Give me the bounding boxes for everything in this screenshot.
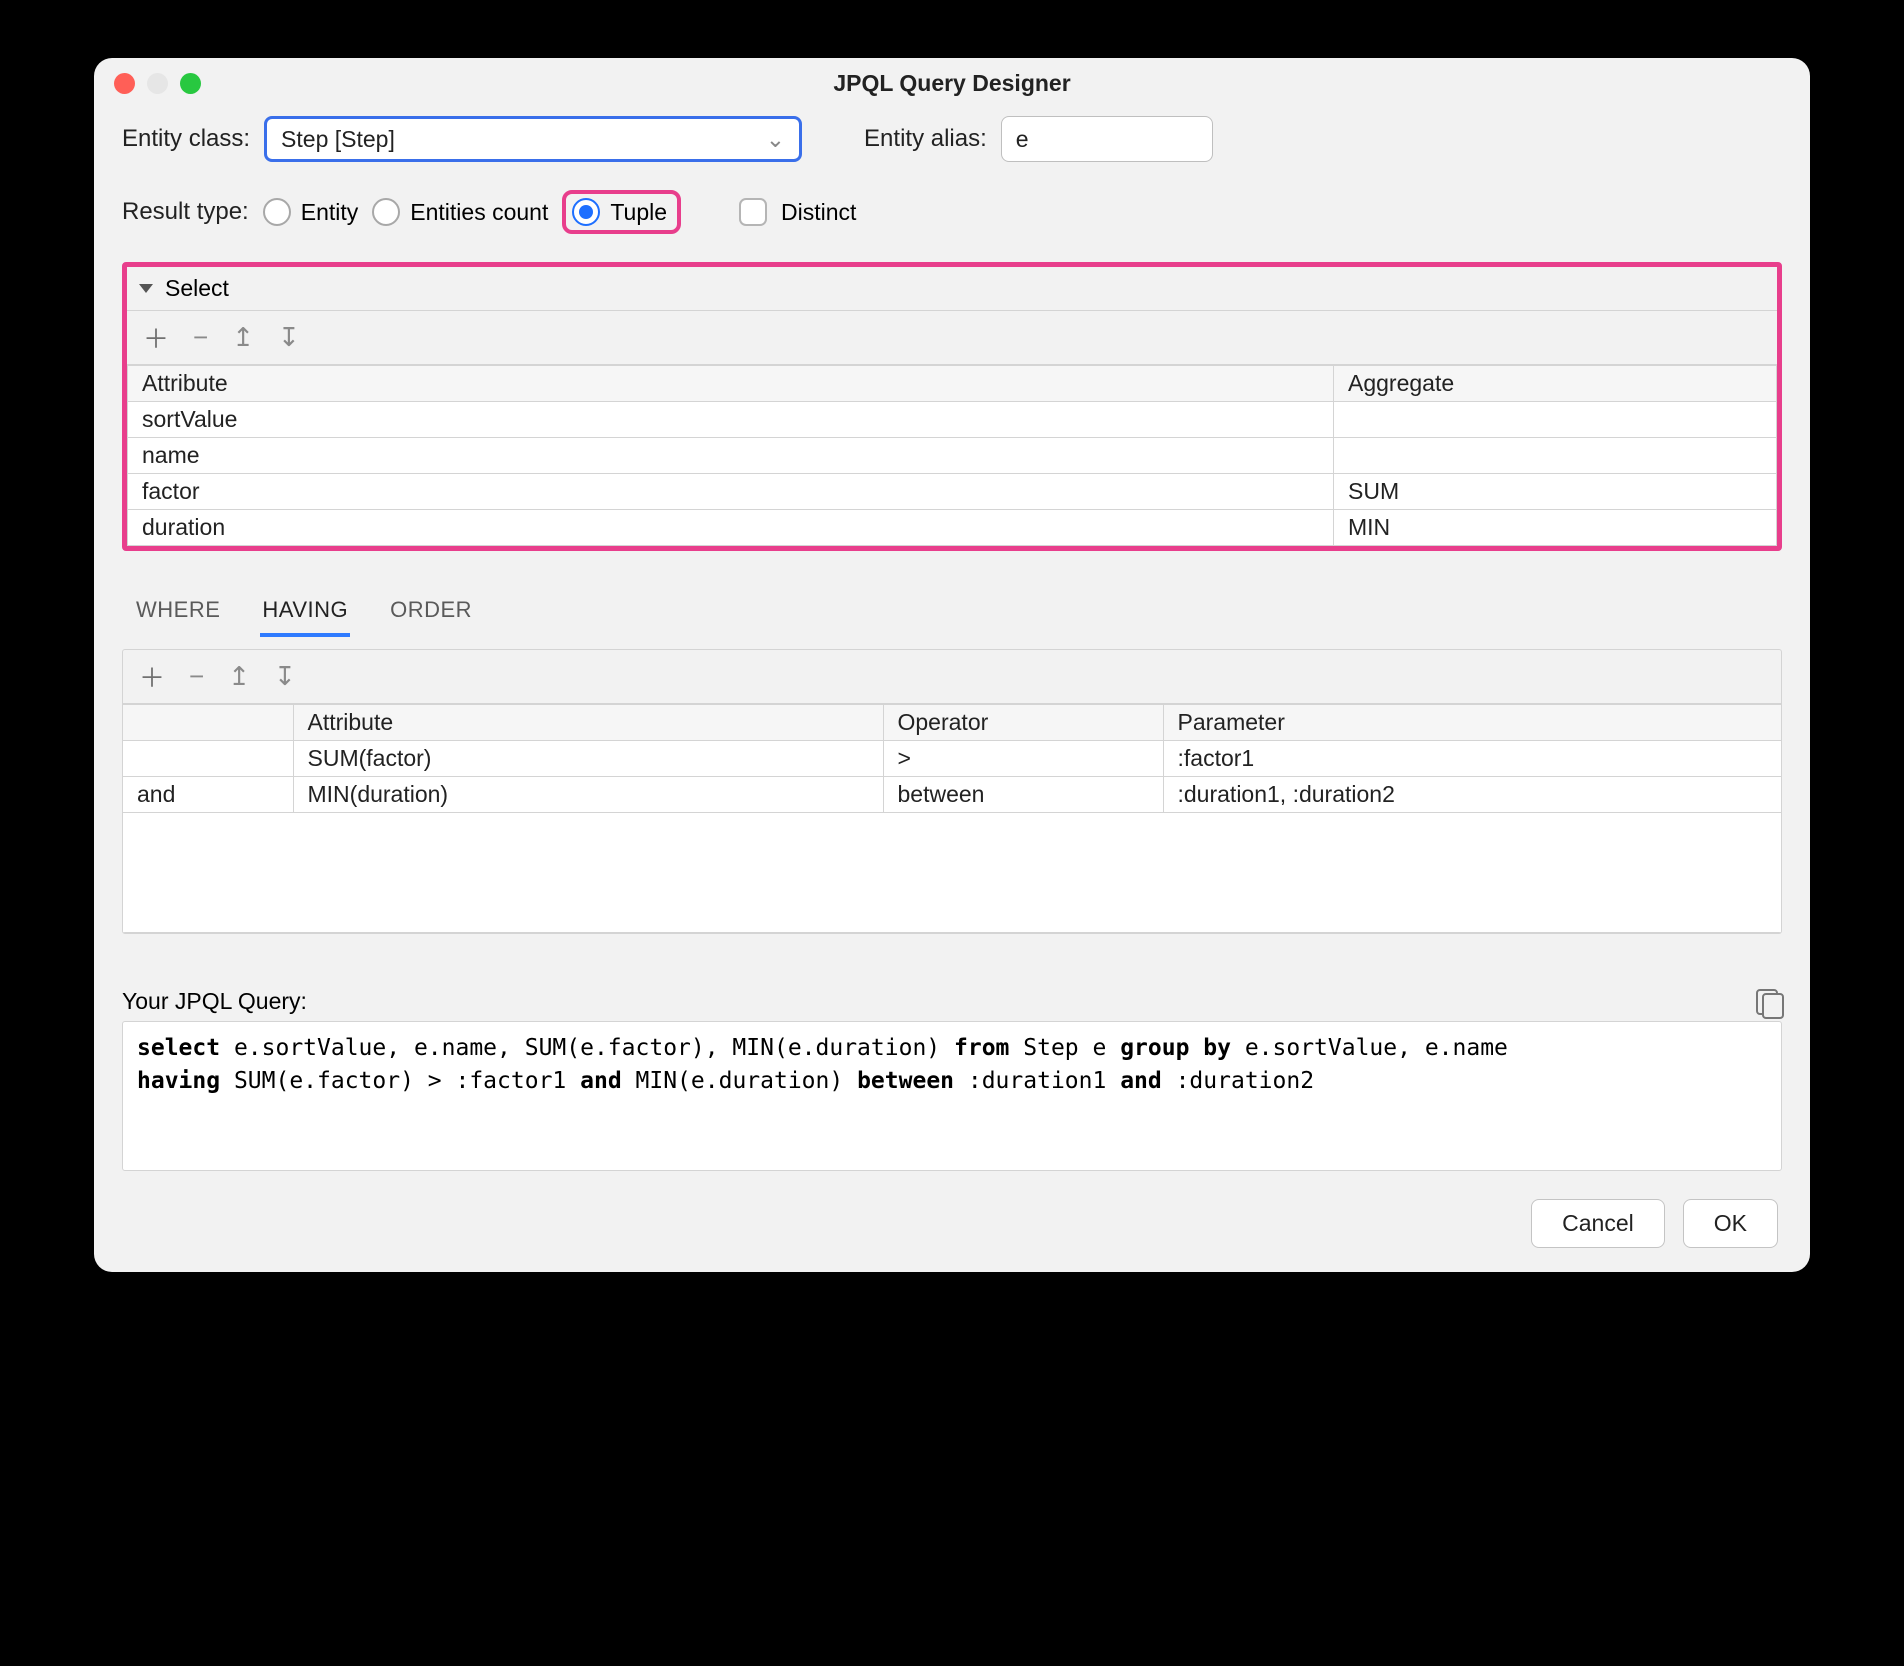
condition-toolbar: ＋ − ↥ ↧ — [123, 650, 1781, 704]
entity-alias-value: e — [1016, 126, 1029, 153]
add-icon[interactable]: ＋ — [143, 319, 169, 356]
condition-tabs: WHERE HAVING ORDER — [122, 591, 1782, 637]
radio-tuple-label: Tuple — [610, 199, 667, 226]
entity-alias-input[interactable]: e — [1001, 116, 1213, 162]
chevron-down-icon — [139, 284, 153, 293]
radio-entity-label: Entity — [301, 199, 359, 226]
tab-order[interactable]: ORDER — [388, 591, 474, 637]
window-title: JPQL Query Designer — [94, 70, 1810, 97]
query-preview: select e.sortValue, e.name, SUM(e.factor… — [122, 1021, 1782, 1171]
chevron-down-icon: ⌄ — [766, 126, 785, 153]
table-row[interactable]: durationMIN — [128, 510, 1777, 546]
cancel-button[interactable]: Cancel — [1531, 1199, 1665, 1248]
titlebar: JPQL Query Designer — [94, 58, 1810, 108]
table-row[interactable]: name — [128, 438, 1777, 474]
remove-icon[interactable]: − — [193, 322, 208, 353]
move-up-icon[interactable]: ↥ — [232, 322, 254, 353]
radio-tuple-highlight: Tuple — [562, 190, 681, 234]
move-up-icon[interactable]: ↥ — [228, 661, 250, 692]
result-type-label: Result type: — [122, 198, 249, 226]
cond-col-operator: Operator — [883, 705, 1163, 741]
distinct-checkbox[interactable] — [739, 198, 767, 226]
query-label: Your JPQL Query: — [122, 988, 307, 1015]
select-header[interactable]: Select — [127, 267, 1777, 311]
copy-icon[interactable] — [1756, 989, 1782, 1015]
remove-icon[interactable]: − — [189, 661, 204, 692]
cond-col-join — [123, 705, 293, 741]
select-table: Attribute Aggregate sortValue name facto… — [127, 365, 1777, 546]
entity-class-label: Entity class: — [122, 125, 250, 153]
radio-entities-count-label: Entities count — [410, 199, 548, 226]
tab-where[interactable]: WHERE — [134, 591, 222, 637]
select-section-highlight: Select ＋ − ↥ ↧ Attribute Aggregate sortV… — [122, 262, 1782, 551]
cond-col-attribute: Attribute — [293, 705, 883, 741]
condition-table: Attribute Operator Parameter SUM(factor)… — [123, 704, 1781, 933]
entity-class-combo[interactable]: Step [Step] ⌄ — [264, 116, 802, 162]
radio-tuple[interactable] — [572, 198, 600, 226]
table-row[interactable]: sortValue — [128, 402, 1777, 438]
entity-class-value: Step [Step] — [281, 126, 395, 153]
cond-col-parameter: Parameter — [1163, 705, 1781, 741]
condition-panel: ＋ − ↥ ↧ Attribute Operator Parameter SUM… — [122, 649, 1782, 934]
move-down-icon[interactable]: ↧ — [278, 322, 300, 353]
table-row[interactable]: SUM(factor) > :factor1 — [123, 741, 1781, 777]
ok-button[interactable]: OK — [1683, 1199, 1778, 1248]
entity-alias-label: Entity alias: — [864, 125, 987, 153]
move-down-icon[interactable]: ↧ — [274, 661, 296, 692]
select-col-aggregate: Aggregate — [1334, 366, 1777, 402]
select-toolbar: ＋ − ↥ ↧ — [127, 311, 1777, 365]
table-blank — [123, 813, 1781, 933]
table-row[interactable]: factorSUM — [128, 474, 1777, 510]
radio-entities-count[interactable] — [372, 198, 400, 226]
select-col-attribute: Attribute — [128, 366, 1334, 402]
tab-having[interactable]: HAVING — [260, 591, 350, 637]
distinct-label: Distinct — [781, 199, 856, 226]
radio-entity[interactable] — [263, 198, 291, 226]
add-icon[interactable]: ＋ — [139, 658, 165, 695]
dialog-window: JPQL Query Designer Entity class: Step [… — [94, 58, 1810, 1272]
table-row[interactable]: and MIN(duration) between :duration1, :d… — [123, 777, 1781, 813]
select-title: Select — [165, 275, 229, 302]
